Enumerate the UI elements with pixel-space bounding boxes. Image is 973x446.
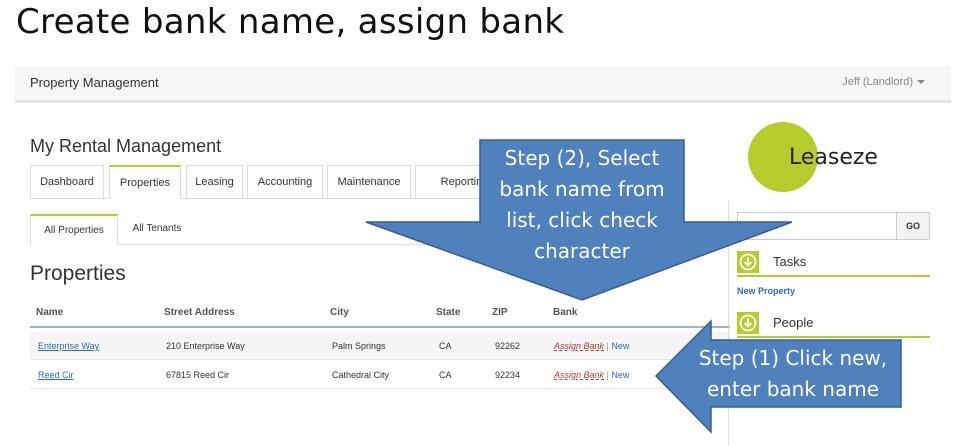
callout-step2-text: Step (2), Select bank name from list, cl…	[486, 143, 678, 267]
callout-step2-line: bank name from	[499, 177, 665, 201]
callout-step1-text: Step (1) Click new, enter bank name	[686, 343, 900, 405]
callout-step1-line: enter bank name	[707, 377, 879, 401]
callout-step2-line: Step (2), Select	[504, 146, 660, 170]
callout-step2-line: character	[534, 239, 630, 263]
callout-step1-line: Step (1) Click new,	[698, 346, 888, 370]
callout-step2-line: list, click check	[506, 208, 658, 232]
